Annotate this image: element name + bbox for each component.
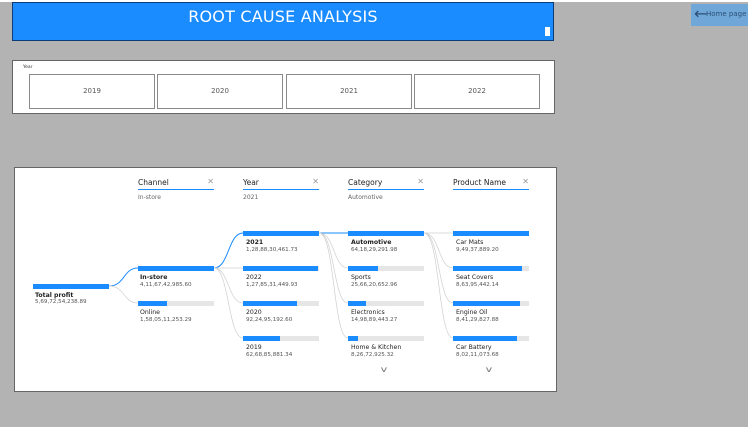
year-node-value: 1,27,85,31,449.93: [246, 282, 298, 288]
category-node-bar[interactable]: [348, 231, 424, 236]
bar-fill: [243, 301, 297, 306]
close-icon[interactable]: ✕: [312, 177, 319, 186]
bar-fill: [33, 284, 109, 289]
bar-fill: [348, 231, 424, 236]
column-selected-value: In-store: [138, 194, 161, 201]
year-node-label: 2021: [246, 239, 264, 246]
bar-fill: [453, 301, 520, 306]
year-node-label: 2019: [246, 344, 262, 351]
home-page-label: Home page: [706, 10, 747, 18]
decomposition-tree: Channel ✕ In-store Year ✕ 2021 Category …: [14, 167, 557, 392]
product-node-bar[interactable]: [453, 231, 529, 236]
category-node-bar[interactable]: [348, 301, 424, 306]
header-underline: [138, 189, 214, 190]
header-underline: [348, 189, 424, 190]
category-node-value: 64,18,29,291.98: [351, 247, 398, 253]
root-node-value: 5,69,72,54,238.89: [35, 299, 87, 305]
header-underline: [243, 189, 319, 190]
slicer-label: Year: [23, 65, 33, 70]
bar-fill: [243, 336, 280, 341]
column-header-product-name[interactable]: Product Name ✕: [453, 177, 529, 194]
year-node-value: 92,24,95,192.60: [246, 317, 293, 323]
slicer-option-2021[interactable]: 2021: [286, 74, 412, 109]
channel-node-value: 1,58,05,11,253.29: [140, 317, 192, 323]
year-node-value: 62,68,85,881.34: [246, 352, 293, 358]
header-underline: [453, 189, 529, 190]
year-node-bar[interactable]: [243, 231, 319, 236]
bar-fill: [348, 301, 366, 306]
column-title: Category: [348, 178, 383, 187]
title-banner: ROOT CAUSE ANALYSIS: [12, 2, 554, 41]
year-node-bar[interactable]: [243, 301, 319, 306]
channel-node-bar[interactable]: [138, 266, 214, 271]
category-node-label: Automotive: [351, 239, 392, 246]
column-title: Channel: [138, 178, 169, 187]
product-node-value: 8,63,95,442.14: [456, 282, 499, 288]
root-node-bar[interactable]: [33, 284, 109, 289]
channel-node-label: In-store: [140, 274, 168, 281]
close-icon[interactable]: ✕: [522, 177, 529, 186]
product-node-bar[interactable]: [453, 301, 529, 306]
product-node-value: 8,02,11,073.68: [456, 352, 499, 358]
product-node-value: 9,49,37,889.20: [456, 247, 499, 253]
category-node-label: Electronics: [351, 309, 385, 316]
column-header-channel[interactable]: Channel ✕ In-store: [138, 177, 214, 201]
close-icon[interactable]: ✕: [207, 177, 214, 186]
bar-fill: [138, 301, 167, 306]
year-slicer: Year 2019 2020 2021 2022: [12, 60, 555, 114]
category-node-bar[interactable]: [348, 336, 424, 341]
bar-fill: [453, 336, 517, 341]
root-node-label: Total profit: [35, 292, 74, 299]
product-node-value: 8,41,29,827.88: [456, 317, 499, 323]
product-node-label: Engine Oil: [456, 309, 488, 316]
year-node-label: 2022: [246, 274, 262, 281]
home-page-button[interactable]: ← Home page: [691, 4, 748, 26]
year-node-label: 2020: [246, 309, 262, 316]
column-selected-value: Automotive: [348, 194, 383, 201]
column-header-year[interactable]: Year ✕ 2021: [243, 177, 319, 201]
category-node-value: 25,66,20,652.96: [351, 282, 398, 288]
product-node-bar[interactable]: [453, 266, 529, 271]
category-node-label: Home & Kitchen: [351, 344, 402, 351]
bar-fill: [348, 266, 378, 271]
channel-node-label: Online: [140, 309, 160, 316]
slicer-option-2019[interactable]: 2019: [29, 74, 155, 109]
channel-node-bar[interactable]: [138, 301, 214, 306]
scrollbar-thumb[interactable]: [545, 27, 550, 36]
category-node-value: 14,98,89,443.27: [351, 317, 398, 323]
category-node-label: Sports: [351, 274, 371, 281]
page-title: ROOT CAUSE ANALYSIS: [188, 7, 378, 26]
slicer-option-2022[interactable]: 2022: [414, 74, 540, 109]
year-node-bar[interactable]: [243, 266, 319, 271]
category-node-value: 8,26,72,925.32: [351, 352, 394, 358]
channel-node-value: 4,11,67,42,985.60: [140, 282, 192, 288]
bar-fill: [243, 231, 319, 236]
product-node-label: Car Battery: [456, 344, 492, 351]
chevron-down-icon[interactable]: ∨: [379, 365, 388, 374]
column-header-category[interactable]: Category ✕ Automotive: [348, 177, 424, 201]
close-icon[interactable]: ✕: [417, 177, 424, 186]
column-title: Product Name: [453, 178, 506, 187]
bar-fill: [138, 266, 214, 271]
category-node-bar[interactable]: [348, 266, 424, 271]
product-node-label: Seat Covers: [456, 274, 494, 281]
column-title: Year: [243, 178, 259, 187]
slicer-option-2020[interactable]: 2020: [157, 74, 283, 109]
year-node-value: 1,28,88,30,461.73: [246, 247, 298, 253]
bar-fill: [348, 336, 358, 341]
chevron-down-icon[interactable]: ∨: [484, 365, 493, 374]
product-node-bar[interactable]: [453, 336, 529, 341]
bar-fill: [453, 231, 529, 236]
product-node-label: Car Mats: [456, 239, 484, 246]
column-selected-value: 2021: [243, 194, 259, 201]
year-node-bar[interactable]: [243, 336, 319, 341]
bar-fill: [243, 266, 318, 271]
bar-fill: [453, 266, 522, 271]
